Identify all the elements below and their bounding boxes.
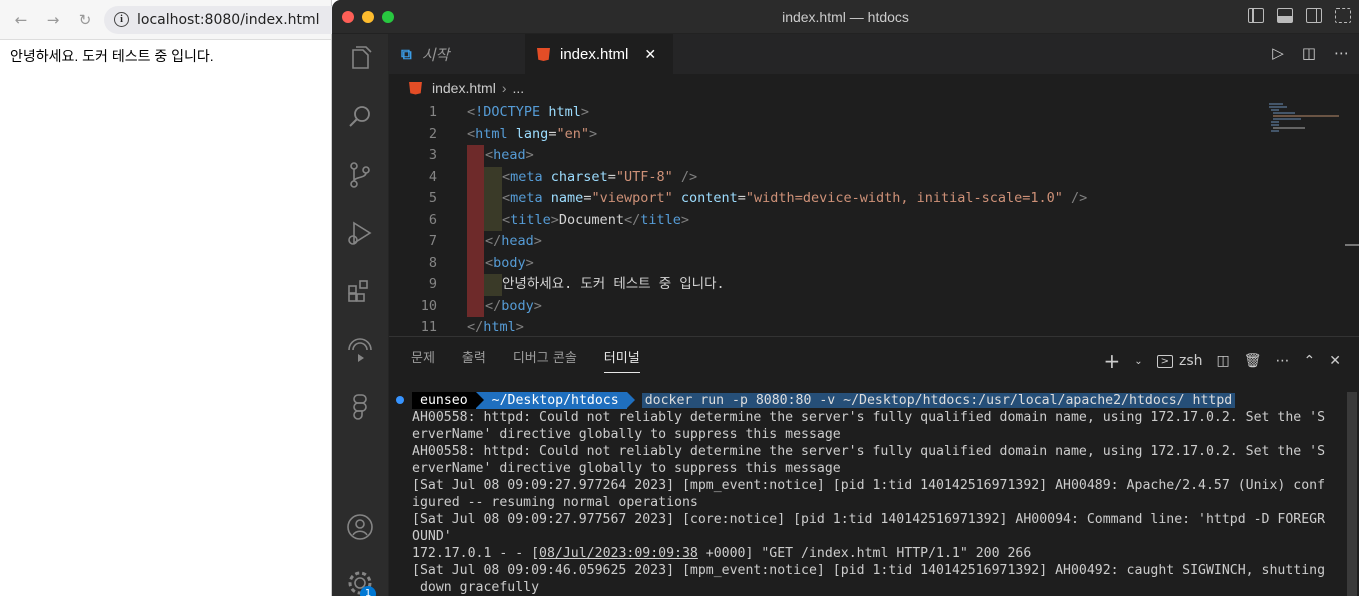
browser-toolbar: ← → ↻ i localhost:8080/index.html bbox=[0, 0, 371, 40]
terminal-line: [Sat Jul 08 09:09:27.977567 2023] [core:… bbox=[412, 512, 1326, 527]
terminal-shell-icon[interactable]: > bbox=[1156, 354, 1173, 368]
terminal-line: OUND' bbox=[412, 529, 452, 544]
update-badge: 1 bbox=[360, 586, 376, 596]
bottom-panel: 문제 출력 디버그 콘솔 터미널 + ⌄ > zsh ◫ 🗑 ⋯ ⌃ ✕ eun… bbox=[389, 336, 1359, 596]
code-line: 1 <!DOCTYPE html> bbox=[428, 104, 589, 120]
address-url: localhost:8080/index.html bbox=[137, 11, 320, 28]
vscode-logo-icon: ⧉ bbox=[401, 45, 412, 63]
extensions-icon[interactable] bbox=[345, 276, 375, 306]
split-editor-icon[interactable]: ◫ bbox=[1302, 44, 1316, 62]
code-line: 3 <head> bbox=[389, 145, 1359, 167]
code-line: 9 안녕하세요. 도커 테스트 중 입니다. bbox=[389, 274, 1359, 296]
activity-bar: 1 bbox=[332, 34, 389, 596]
code-line: 4 <meta charset="UTF-8" /> bbox=[389, 166, 1359, 188]
tab-debug-console[interactable]: 디버그 콘솔 bbox=[513, 337, 577, 381]
code-line: 7 </head> bbox=[389, 231, 1359, 253]
source-control-icon[interactable] bbox=[345, 160, 375, 190]
reload-icon[interactable]: ↻ bbox=[72, 7, 98, 33]
close-panel-icon[interactable]: ✕ bbox=[1329, 353, 1341, 369]
accounts-icon[interactable] bbox=[345, 512, 375, 542]
title-bar: index.html — htdocs bbox=[332, 0, 1359, 34]
breadcrumb-rest[interactable]: ... bbox=[512, 80, 524, 96]
prompt-dir: ~/Desktop/htdocs bbox=[475, 392, 635, 409]
breadcrumb-file[interactable]: index.html bbox=[432, 80, 496, 96]
tab-output[interactable]: 출력 bbox=[462, 337, 486, 381]
code-line: 10 </body> bbox=[389, 295, 1359, 317]
code-line: 5 <meta name="viewport" content="width=de… bbox=[389, 188, 1359, 210]
explorer-icon[interactable] bbox=[345, 44, 375, 74]
html5-icon bbox=[409, 81, 422, 95]
forward-icon[interactable]: → bbox=[40, 7, 66, 33]
terminal-line: igured -- resuming normal operations bbox=[412, 495, 698, 510]
browser-window: ← → ↻ i localhost:8080/index.html 안녕하세요.… bbox=[0, 0, 371, 596]
terminal-link[interactable]: 08/Jul/2023:09:09:38 bbox=[539, 546, 698, 561]
site-info-icon[interactable]: i bbox=[114, 12, 129, 27]
terminal-line: erverName' directive globally to suppres… bbox=[412, 427, 841, 442]
terminal-shell-label[interactable]: zsh bbox=[1179, 353, 1203, 369]
new-terminal-icon[interactable]: + bbox=[1103, 349, 1120, 373]
more-actions-icon[interactable]: ⋯ bbox=[1276, 353, 1290, 369]
code-editor[interactable]: 1 <!DOCTYPE html> 2 <html lang="en"> 3 <hea… bbox=[389, 102, 1359, 336]
window-title: index.html — htdocs bbox=[782, 8, 909, 25]
editor-area: ⧉ 시작 index.html ✕ ▷ ◫ ⋯ index.html › ...… bbox=[389, 34, 1359, 336]
search-icon[interactable] bbox=[345, 102, 375, 132]
tab-label: index.html bbox=[560, 46, 629, 63]
remote-explorer-icon[interactable] bbox=[345, 334, 375, 364]
terminal-line: AH00558: httpd: Could not reliably deter… bbox=[412, 444, 1326, 459]
tab-problems[interactable]: 문제 bbox=[411, 337, 435, 381]
terminal-access-line: 172.17.0.1 - - [08/Jul/2023:09:09:38 +00… bbox=[412, 546, 1032, 561]
run-icon[interactable]: ▷ bbox=[1272, 44, 1284, 62]
toggle-panel-icon[interactable] bbox=[1277, 8, 1293, 23]
address-bar[interactable]: i localhost:8080/index.html bbox=[104, 5, 371, 34]
toggle-secondary-sidebar-icon[interactable] bbox=[1306, 8, 1322, 23]
minimap[interactable] bbox=[1265, 102, 1345, 142]
chevron-down-icon[interactable]: ⌄ bbox=[1134, 356, 1142, 367]
customize-layout-icon[interactable] bbox=[1335, 8, 1351, 23]
html5-icon bbox=[537, 48, 550, 61]
close-tab-icon[interactable]: ✕ bbox=[644, 46, 656, 63]
tab-welcome[interactable]: ⧉ 시작 bbox=[389, 34, 525, 74]
prompt-user: eunseo bbox=[412, 392, 484, 409]
code-line: 2 <html lang="en"> bbox=[428, 125, 598, 142]
code-line: 6 <title>Document</title> bbox=[389, 209, 1359, 231]
command-status-icon[interactable] bbox=[396, 396, 404, 404]
terminal-line: AH00558: httpd: Could not reliably deter… bbox=[412, 410, 1326, 425]
run-and-debug-icon[interactable] bbox=[345, 218, 375, 248]
terminal-line: down gracefully bbox=[412, 580, 540, 595]
kill-terminal-icon[interactable]: 🗑 bbox=[1244, 353, 1262, 369]
page-body-text: 안녕하세요. 도커 테스트 중 입니다. bbox=[10, 48, 214, 64]
tab-terminal[interactable]: 터미널 bbox=[603, 337, 640, 381]
tab-label: 시작 bbox=[421, 46, 450, 64]
terminal-line: erverName' directive globally to suppres… bbox=[412, 461, 841, 476]
breadcrumb: index.html › ... bbox=[389, 74, 1359, 102]
more-actions-icon[interactable]: ⋯ bbox=[1334, 44, 1349, 62]
terminal-line: [Sat Jul 08 09:09:27.977264 2023] [mpm_e… bbox=[412, 478, 1326, 493]
vscode-window: index.html — htdocs 1 ⧉ 시작 index.html ✕ … bbox=[332, 0, 1359, 596]
maximize-panel-icon[interactable]: ⌃ bbox=[1304, 353, 1316, 369]
terminal-scrollbar[interactable] bbox=[1345, 392, 1359, 596]
editor-tabs: ⧉ 시작 index.html ✕ ▷ ◫ ⋯ bbox=[389, 34, 1359, 74]
split-terminal-icon[interactable]: ◫ bbox=[1217, 353, 1230, 369]
terminal-prompt: eunseo ~/Desktop/htdocs docker run -p 80… bbox=[412, 392, 1359, 409]
terminal-line: [Sat Jul 08 09:09:46.059625 2023] [mpm_e… bbox=[412, 563, 1326, 578]
tab-index-html[interactable]: index.html ✕ bbox=[525, 34, 673, 74]
code-line: 8 <body> bbox=[389, 252, 1359, 274]
editor-scrollbar[interactable] bbox=[1345, 102, 1359, 336]
chevron-right-icon: › bbox=[501, 80, 507, 96]
back-icon[interactable]: ← bbox=[8, 7, 34, 33]
terminal-output[interactable]: eunseo ~/Desktop/htdocs docker run -p 80… bbox=[389, 392, 1359, 596]
terminal-command: docker run -p 8080:80 -v ~/Desktop/htdoc… bbox=[641, 393, 1236, 408]
toggle-primary-sidebar-icon[interactable] bbox=[1248, 8, 1264, 23]
figma-icon[interactable] bbox=[345, 392, 375, 422]
